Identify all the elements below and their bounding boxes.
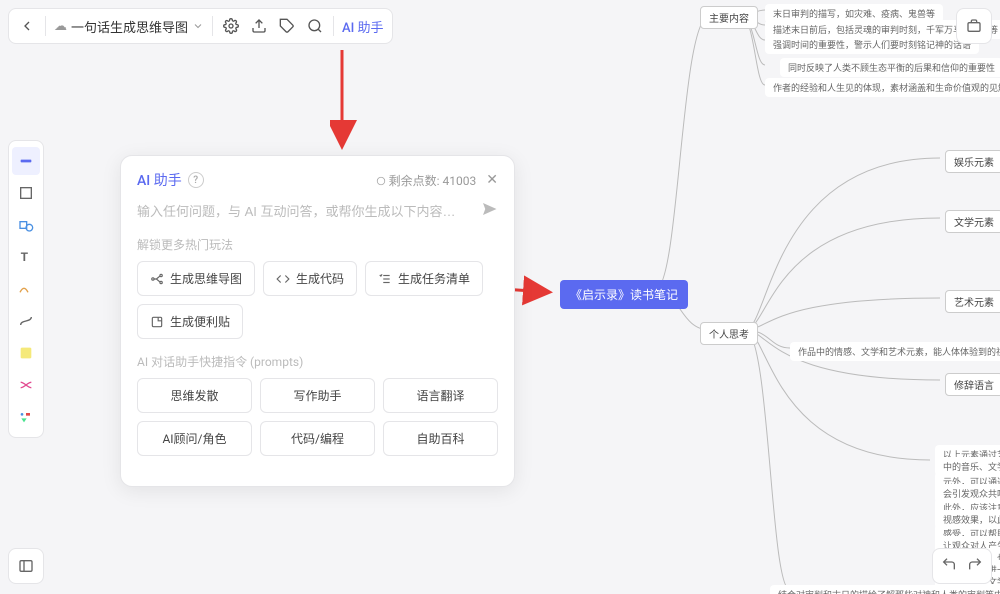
tool-sticky[interactable] [12,339,40,367]
ai-panel-title: AI 助手 [137,170,182,190]
search-icon[interactable] [305,16,325,36]
prompt-translate-button[interactable]: 语言翻译 [383,378,498,413]
gen-mindmap-button[interactable]: 生成思维导图 [137,261,255,296]
tool-frame[interactable] [12,179,40,207]
chevron-down-icon [192,20,204,32]
settings-icon[interactable] [221,16,241,36]
close-icon[interactable]: ✕ [486,172,498,188]
briefcase-button[interactable] [956,8,992,44]
document-title[interactable]: ☁ 一句话生成思维导图 [54,17,204,36]
prompt-coding-button[interactable]: 代码/编程 [260,421,375,456]
tool-mindmap[interactable] [12,371,40,399]
mindmap-canvas[interactable]: 《启示录》读书笔记 主要内容 末日审判的描写，如灾难、疫病、鬼兽等 描述末日前后… [540,0,1000,594]
gen-code-button[interactable]: 生成代码 [263,261,357,296]
tool-more[interactable] [12,403,40,431]
undo-redo-bar [932,548,992,584]
left-toolbar: T [8,140,44,438]
export-icon[interactable] [249,16,269,36]
svg-text:T: T [21,250,29,264]
prompts-section-label: AI 对话助手快捷指令 (prompts) [137,353,498,370]
title-text: 一句话生成思维导图 [71,17,188,36]
ai-prompt-input[interactable] [137,204,472,219]
mindmap-root-node[interactable]: 《启示录》读书笔记 [560,280,688,309]
mindmap-leaf[interactable]: 同时反映了人类不顾生态平衡的后果和信仰的重要性 [780,58,1000,77]
popular-section-label: 解锁更多热门玩法 [137,236,498,253]
annotation-arrow-down [330,50,360,150]
back-button[interactable] [17,16,37,36]
collapse-sidebar-button[interactable] [8,548,44,584]
help-icon[interactable]: ? [188,172,204,188]
send-button[interactable] [480,200,498,222]
tool-select[interactable] [12,147,40,175]
ai-assistant-label[interactable]: AI 助手 [342,17,384,36]
tool-pen[interactable] [12,275,40,303]
mindmap-node[interactable]: 文学元素 [945,210,1000,233]
mindmap-leaf[interactable]: 作者的经验和人生见的体现，素材涵盖和生命价值观的见解应是在读者眼 [765,78,1000,97]
mindmap-node[interactable]: 艺术元素 [945,290,1000,313]
tag-icon[interactable] [277,16,297,36]
undo-button[interactable] [941,556,957,576]
mindmap-node[interactable]: 个人思考 [700,322,758,345]
tool-shape[interactable] [12,211,40,239]
prompt-role-button[interactable]: AI顾问/角色 [137,421,252,456]
mindmap-node[interactable]: 修辞语言 [945,373,1000,396]
mindmap-leaf[interactable]: 强调时间的重要性，警示人们要时刻铭记神的话语 [765,35,979,54]
tool-connector[interactable] [12,307,40,335]
mindmap-node[interactable]: 主要内容 [700,6,758,29]
remaining-points: 剩余点数: 41003 [376,172,477,189]
gen-sticky-button[interactable]: 生成便利贴 [137,304,243,339]
topbar: ☁ 一句话生成思维导图 AI 助手 [8,8,393,44]
prompt-writing-button[interactable]: 写作助手 [260,378,375,413]
ai-assistant-panel: AI 助手 ? 剩余点数: 41003 ✕ 解锁更多热门玩法 生成思维导图 生成… [120,155,515,487]
cloud-icon: ☁ [54,19,67,34]
mindmap-leaf[interactable]: 作品中的情感、文学和艺术元素，能人体体验到的视听感官 [790,342,1000,361]
gen-tasklist-button[interactable]: 生成任务清单 [365,261,483,296]
tool-text[interactable]: T [12,243,40,271]
mindmap-node[interactable]: 娱乐元素 [945,150,1000,173]
prompt-encyclopedia-button[interactable]: 自助百科 [383,421,498,456]
prompt-expand-button[interactable]: 思维发散 [137,378,252,413]
redo-button[interactable] [967,556,983,576]
mindmap-leaf[interactable]: 结合对审判和末日的描绘了解那些对神和人类的审判等内 [770,585,1000,594]
